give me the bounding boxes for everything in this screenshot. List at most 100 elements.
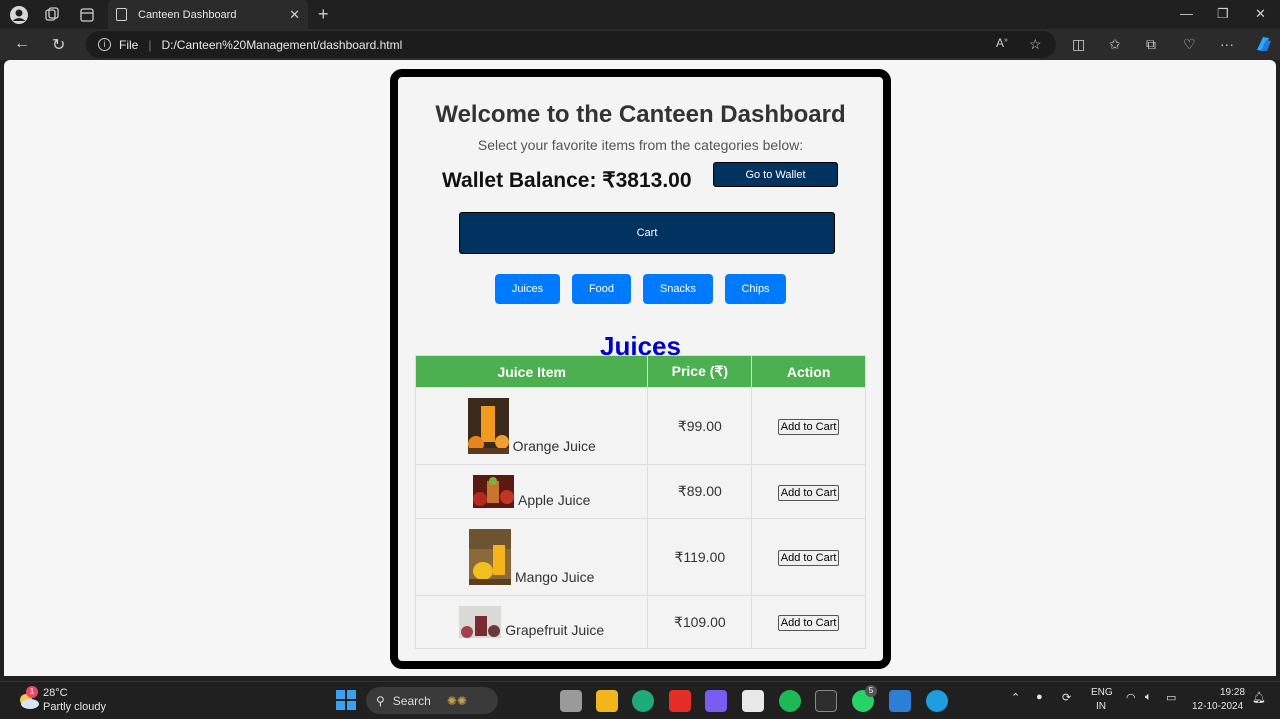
youtube-icon[interactable] [669, 690, 691, 712]
volume-icon[interactable]: 🔈︎ [1145, 691, 1152, 704]
document-icon [116, 8, 127, 21]
item-name: Apple Juice [518, 492, 591, 508]
clock-date[interactable]: 12-10-2024 [1192, 701, 1243, 712]
clock-time[interactable]: 19:28 [1220, 687, 1245, 698]
action-cell: Add to Cart [751, 464, 866, 519]
weather-badge: 1 [26, 686, 38, 698]
refresh-icon[interactable]: ↻ [52, 35, 65, 55]
page-subtitle: Select your favorite items from the cate… [477, 137, 804, 153]
cart-button[interactable]: Cart [459, 212, 835, 254]
add-to-cart-button[interactable]: Add to Cart [777, 615, 840, 631]
table-row: Mango Juice ₹119.00 Add to Cart [414, 518, 866, 596]
favorite-star-icon[interactable]: ☆ [1029, 36, 1042, 53]
maximize-icon[interactable]: ❐ [1217, 6, 1229, 22]
back-icon[interactable]: ← [14, 35, 30, 53]
tab-canteen-dashboard[interactable]: Canteen Dashboard ✕ [108, 0, 308, 29]
close-window-icon[interactable]: ✕ [1255, 6, 1266, 22]
collections-icon[interactable]: ⧉ [1146, 36, 1156, 53]
item-price: ₹119.00 [647, 518, 753, 596]
url-text: D:/Canteen%20Management/dashboard.html [161, 37, 403, 52]
lang-bottom[interactable]: IN [1096, 701, 1106, 712]
add-to-cart-button[interactable]: Add to Cart [777, 419, 840, 435]
category-juices-button[interactable]: Juices [495, 274, 560, 304]
search-label: Search [392, 693, 431, 708]
action-cell: Add to Cart [751, 518, 866, 596]
taskbar-search[interactable]: ⚲ Search ✺✺ [366, 687, 498, 714]
table-row: Grapefruit Juice ₹109.00 Add to Cart [414, 595, 866, 649]
go-to-wallet-button[interactable]: Go to Wallet [713, 162, 838, 187]
battery-icon[interactable]: ▭ [1166, 691, 1176, 704]
store-icon[interactable] [742, 690, 764, 712]
more-options-icon[interactable]: ··· [1220, 36, 1234, 52]
page-title: Welcome to the Canteen Dashboard [435, 101, 846, 128]
mango-juice-image [469, 529, 511, 585]
apple-juice-image [473, 475, 514, 508]
item-name: Mango Juice [515, 569, 595, 585]
item-cell: Mango Juice [414, 518, 649, 596]
notifications-icon[interactable]: 🔔︎ [1252, 691, 1266, 704]
tab-title: Canteen Dashboard [138, 8, 237, 21]
edge-icon[interactable] [926, 690, 948, 712]
table-header-row: Juice Item Price (₹) Action [414, 355, 866, 388]
address-bar[interactable]: i File | D:/Canteen%20Management/dashboa… [86, 31, 1056, 58]
whatsapp-badge: 5 [865, 685, 877, 697]
category-snacks-button[interactable]: Snacks [643, 274, 713, 304]
taskbar: 1 28°C Partly cloudy ⚲ Search ✺✺ 5 ⌃ ● ⟳… [0, 681, 1280, 719]
whatsapp-icon[interactable]: 5 [852, 685, 877, 712]
favorites-icon[interactable]: ✩ [1109, 36, 1121, 53]
address-separator: | [148, 37, 152, 52]
juice-table: Juice Item Price (₹) Action Orange Juice… [414, 355, 866, 649]
item-cell: Orange Juice [414, 387, 649, 465]
table-header: Juice Item [414, 355, 649, 388]
table-header: Price (₹) [647, 355, 753, 388]
sync-icon[interactable]: ⟳ [1062, 691, 1071, 704]
info-icon[interactable]: i [98, 38, 111, 51]
tray-app-icon[interactable]: ● [1036, 691, 1043, 703]
browser-tab-bar: Canteen Dashboard ✕ + — ❐ ✕ [0, 0, 1280, 29]
new-tab-icon[interactable]: + [318, 4, 329, 25]
read-aloud-icon[interactable]: A» [996, 36, 1008, 50]
item-price: ₹109.00 [647, 595, 753, 649]
add-to-cart-button[interactable]: Add to Cart [777, 484, 840, 501]
task-view-icon[interactable] [560, 690, 582, 712]
item-cell: Grapefruit Juice [414, 595, 649, 649]
spotify-icon[interactable] [779, 690, 801, 712]
windows-start-icon[interactable] [336, 690, 356, 710]
weather-desc: Partly cloudy [43, 701, 106, 713]
item-name: Grapefruit Juice [505, 622, 605, 638]
copilot-app-icon[interactable] [705, 690, 727, 712]
category-food-button[interactable]: Food [572, 274, 631, 304]
lang-top[interactable]: ENG [1091, 687, 1113, 698]
search-icon: ⚲ [376, 693, 385, 708]
terminal-icon[interactable] [815, 690, 837, 712]
profile-icon[interactable] [9, 5, 29, 25]
close-tab-icon[interactable]: ✕ [289, 7, 300, 23]
edge-dev-icon[interactable] [632, 690, 654, 712]
browser-essentials-icon[interactable]: ♡ [1183, 36, 1196, 53]
dashboard-card: Welcome to the Canteen Dashboard Select … [390, 69, 891, 669]
wallet-balance: Wallet Balance: ₹3813.00 [442, 169, 692, 192]
show-hidden-icons[interactable]: ⌃ [1011, 691, 1020, 704]
tab-actions-icon[interactable] [77, 5, 97, 25]
copilot-icon[interactable] [1253, 34, 1273, 57]
file-explorer-icon[interactable] [596, 690, 618, 712]
weather-temp: 28°C [43, 687, 68, 699]
action-cell: Add to Cart [751, 387, 866, 465]
workspaces-icon[interactable] [42, 5, 62, 25]
wifi-icon[interactable]: ◠ [1126, 691, 1136, 704]
address-prefix: File [119, 37, 139, 52]
split-screen-icon[interactable]: ◫ [1072, 36, 1085, 53]
vscode-icon[interactable] [889, 690, 911, 712]
item-price: ₹99.00 [647, 387, 753, 465]
grapefruit-juice-image [459, 606, 502, 638]
search-highlight-icon: ✺✺ [446, 693, 467, 708]
weather-icon[interactable]: 1 [16, 686, 40, 712]
item-cell: Apple Juice [414, 464, 649, 519]
item-price: ₹89.00 [647, 464, 753, 519]
table-row: Orange Juice ₹99.00 Add to Cart [414, 387, 866, 465]
minimize-icon[interactable]: — [1180, 6, 1193, 21]
category-chips-button[interactable]: Chips [725, 274, 786, 304]
action-cell: Add to Cart [751, 595, 866, 649]
add-to-cart-button[interactable]: Add to Cart [777, 550, 840, 566]
item-name: Orange Juice [512, 438, 596, 454]
